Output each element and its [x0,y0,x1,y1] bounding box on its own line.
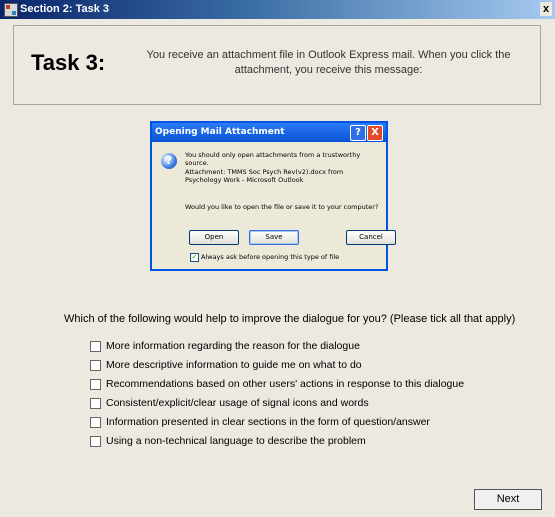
option-label: Information presented in clear sections … [106,416,430,428]
dialog-cancel-button: Cancel [346,230,396,245]
option-checkbox[interactable] [90,436,101,447]
option-label: More descriptive information to guide me… [106,359,362,371]
help-icon: ? [350,125,366,141]
task-label: Task 3: [31,50,106,75]
dialog-titlebar: Opening Mail Attachment ? X [152,123,386,142]
option-label: Consistent/explicit/clear usage of signa… [106,397,369,409]
example-dialog-image: Opening Mail Attachment ? X ? You should… [150,121,396,271]
question-icon: ? [161,153,177,169]
option-checkbox[interactable] [90,398,101,409]
dialog-prompt: Would you like to open the file or save … [185,203,379,211]
window-close-button[interactable]: x [540,2,552,16]
task-header-panel: Task 3: You receive an attachment file i… [13,25,541,105]
dialog-always-ask-label: Always ask before opening this type of f… [201,253,340,261]
dialog-open-button: Open [189,230,239,245]
dialog-title: Opening Mail Attachment [155,127,285,137]
option-label: Recommendations based on other users' ac… [106,378,465,390]
dialog-warning: You should only open attachments from a … [185,151,361,167]
task-description: You receive an attachment file in Outloo… [146,49,511,76]
dialog-attachment-info: Attachment: TMMS Soc Psych Rev(v2).docx … [185,168,344,184]
option-checkbox[interactable] [90,379,101,390]
window-title: Section 2: Task 3 [20,3,110,15]
window-titlebar: Section 2: Task 3 x [0,0,555,19]
option-checkbox[interactable] [90,360,101,371]
next-button[interactable]: Next [474,489,542,510]
dialog-save-button: Save [249,230,299,245]
checkmark-icon: ✓ [190,253,199,262]
close-icon: X [367,125,383,141]
option-label: Using a non-technical language to descri… [106,435,366,447]
option-checkbox[interactable] [90,341,101,352]
option-checkbox[interactable] [90,417,101,428]
app-icon [4,3,18,17]
survey-question: Which of the following would help to imp… [64,313,516,325]
option-label: More information regarding the reason fo… [106,340,360,352]
